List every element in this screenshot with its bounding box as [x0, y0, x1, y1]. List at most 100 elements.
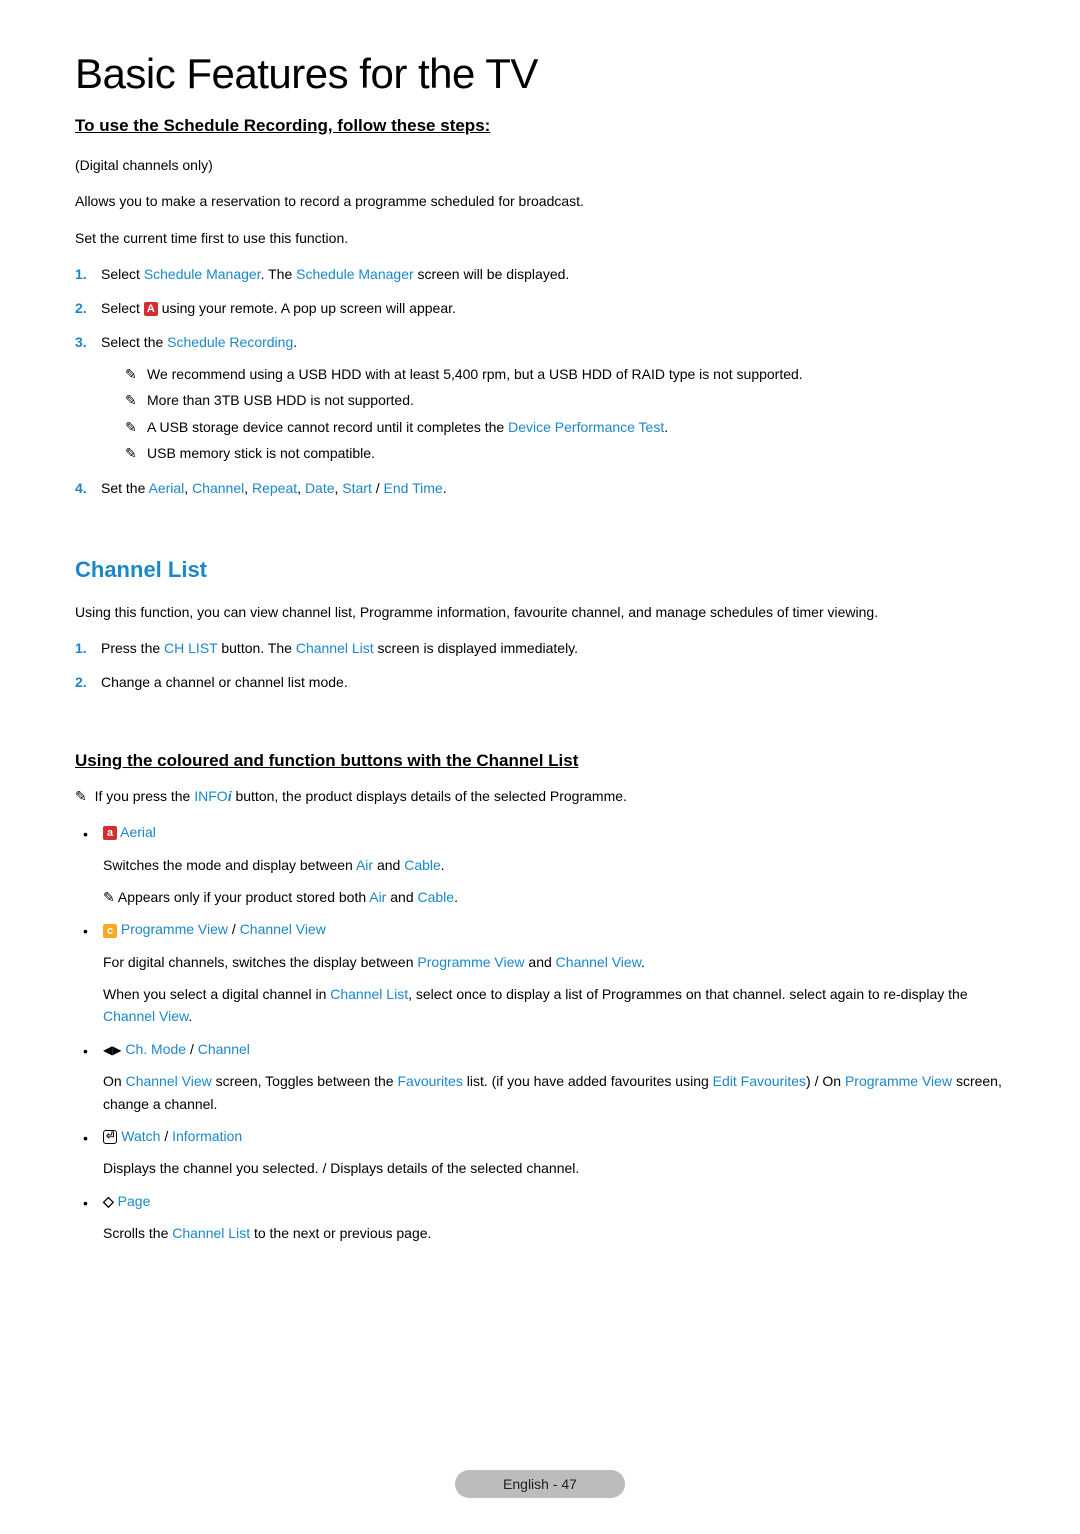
- step-3: 3. Select the Schedule Recording. ✎ We re…: [75, 331, 1005, 467]
- step-number: 1.: [75, 263, 87, 287]
- note-text: More than 3TB USB HDD is not supported.: [147, 392, 414, 408]
- edit-favourites-link: Edit Favourites: [713, 1073, 806, 1089]
- watch-desc: Displays the channel you selected. / Dis…: [103, 1157, 1005, 1179]
- information-label: Information: [172, 1128, 242, 1144]
- channel-list-link: Channel List: [172, 1225, 250, 1241]
- watch-item: • ⏎ Watch / Information Displays the cha…: [75, 1125, 1005, 1180]
- watch-label: Watch: [121, 1128, 160, 1144]
- step-text: Set the: [101, 480, 148, 496]
- info-button-note: ✎ If you press the INFOi button, the pro…: [75, 785, 1005, 807]
- progview-desc1: For digital channels, switches the displ…: [103, 951, 1005, 973]
- step-number: 1.: [75, 637, 87, 661]
- step-text: ,: [297, 480, 305, 496]
- programme-view-link: Programme View: [845, 1073, 952, 1089]
- air-link: Air: [356, 857, 373, 873]
- date-link: Date: [305, 480, 335, 496]
- up-down-arrow-icon: ◇: [103, 1193, 114, 1209]
- remote-a-button-icon: A: [144, 302, 158, 316]
- step-text: Select: [101, 266, 144, 282]
- page-footer: English - 47: [455, 1476, 625, 1494]
- end-time-link: End Time: [384, 480, 443, 496]
- note-text: A USB storage device cannot record until…: [147, 419, 508, 435]
- programme-view-item: • c Programme View / Channel View For di…: [75, 918, 1005, 1028]
- step-text: Change a channel or channel list mode.: [101, 674, 348, 690]
- note-icon: ✎: [125, 387, 137, 414]
- step-number: 4.: [75, 477, 87, 501]
- channel-list-link: Channel List: [330, 986, 408, 1002]
- page-title: Basic Features for the TV: [75, 50, 1005, 98]
- channel-list-title: Channel List: [75, 557, 1005, 583]
- step-text: .: [443, 480, 447, 496]
- remote-c-button-icon: c: [103, 924, 117, 938]
- note-text: USB memory stick is not compatible.: [147, 445, 375, 461]
- step-text: Select the: [101, 334, 167, 350]
- step-number: 2.: [75, 671, 87, 695]
- step-text: screen is displayed immediately.: [374, 640, 578, 656]
- progview-desc2: When you select a digital channel in Cha…: [103, 983, 1005, 1028]
- aerial-item: • a Aerial Switches the mode and display…: [75, 821, 1005, 908]
- enter-button-icon: ⏎: [103, 1130, 117, 1144]
- note-text: If you press the: [95, 788, 195, 804]
- air-link: Air: [369, 889, 386, 905]
- channel-label: Channel: [198, 1041, 250, 1057]
- programme-view-link: Programme View: [417, 954, 524, 970]
- ch-list-button-link: CH LIST: [164, 640, 217, 656]
- note-icon: ✎: [125, 361, 137, 388]
- bullet-icon: •: [83, 1040, 88, 1062]
- repeat-link: Repeat: [252, 480, 297, 496]
- bullet-icon: •: [83, 920, 88, 942]
- page-label: Page: [118, 1193, 151, 1209]
- step-number: 3.: [75, 331, 87, 355]
- note-icon: ✎: [125, 440, 137, 467]
- aerial-desc: Switches the mode and display between Ai…: [103, 854, 1005, 876]
- step-text: Select: [101, 300, 144, 316]
- page-number-badge: English - 47: [455, 1470, 625, 1498]
- step-2: 2. Select A using your remote. A pop up …: [75, 297, 1005, 321]
- bullet-icon: •: [83, 1127, 88, 1149]
- remote-a-button-icon: a: [103, 826, 117, 840]
- note-item: ✎ We recommend using a USB HDD with at le…: [125, 361, 1005, 388]
- note-icon: ✎: [103, 889, 115, 905]
- schedule-manager-link: Schedule Manager: [296, 266, 414, 282]
- page-item: • ◇ Page Scrolls the Channel List to the…: [75, 1190, 1005, 1245]
- note-item: ✎ More than 3TB USB HDD is not supported.: [125, 387, 1005, 414]
- aerial-link: Aerial: [148, 480, 184, 496]
- aerial-note: ✎ Appears only if your product stored bo…: [103, 886, 1005, 908]
- note-item: ✎ A USB storage device cannot record unti…: [125, 414, 1005, 441]
- ch-mode-item: • ◀▶ Ch. Mode / Channel On Channel View …: [75, 1038, 1005, 1115]
- left-right-arrow-icon: ◀▶: [103, 1043, 121, 1057]
- step-4: 4. Set the Aerial, Channel, Repeat, Date…: [75, 477, 1005, 501]
- step-text: ,: [184, 480, 192, 496]
- bullet-icon: •: [83, 823, 88, 845]
- note-icon: ✎: [125, 414, 137, 441]
- page-desc: Scrolls the Channel List to the next or …: [103, 1222, 1005, 1244]
- channel-view-link: Channel View: [126, 1073, 212, 1089]
- schedule-recording-link: Schedule Recording: [167, 334, 293, 350]
- channel-list-intro: Using this function, you can view channe…: [75, 601, 1005, 623]
- info-button-link: INFOi: [194, 788, 231, 804]
- step-number: 2.: [75, 297, 87, 321]
- step-text: screen will be displayed.: [414, 266, 570, 282]
- schedule-intro-1: Allows you to make a reservation to reco…: [75, 190, 1005, 212]
- schedule-recording-heading: To use the Schedule Recording, follow th…: [75, 116, 1005, 136]
- cable-link: Cable: [418, 889, 455, 905]
- note-text: button, the product displays details of …: [232, 788, 627, 804]
- cable-link: Cable: [404, 857, 441, 873]
- channel-link: Channel: [192, 480, 244, 496]
- channel-view-link: Channel View: [556, 954, 641, 970]
- step-text: .: [293, 334, 297, 350]
- step-text: ,: [244, 480, 252, 496]
- coloured-buttons-list: • a Aerial Switches the mode and display…: [75, 821, 1005, 1244]
- programme-view-label: Programme View: [121, 921, 228, 937]
- digital-only-note: (Digital channels only): [75, 154, 1005, 176]
- step-text: using your remote. A pop up screen will …: [158, 300, 456, 316]
- note-text: We recommend using a USB HDD with at lea…: [147, 366, 803, 382]
- ch-mode-desc: On Channel View screen, Toggles between …: [103, 1070, 1005, 1115]
- step-2: 2. Change a channel or channel list mode…: [75, 671, 1005, 695]
- channel-list-link: Channel List: [296, 640, 374, 656]
- device-performance-test-link: Device Performance Test: [508, 419, 664, 435]
- channel-list-steps: 1. Press the CH LIST button. The Channel…: [75, 637, 1005, 695]
- step-1: 1. Select Schedule Manager. The Schedule…: [75, 263, 1005, 287]
- schedule-manager-link: Schedule Manager: [144, 266, 261, 282]
- channel-view-label: Channel View: [240, 921, 326, 937]
